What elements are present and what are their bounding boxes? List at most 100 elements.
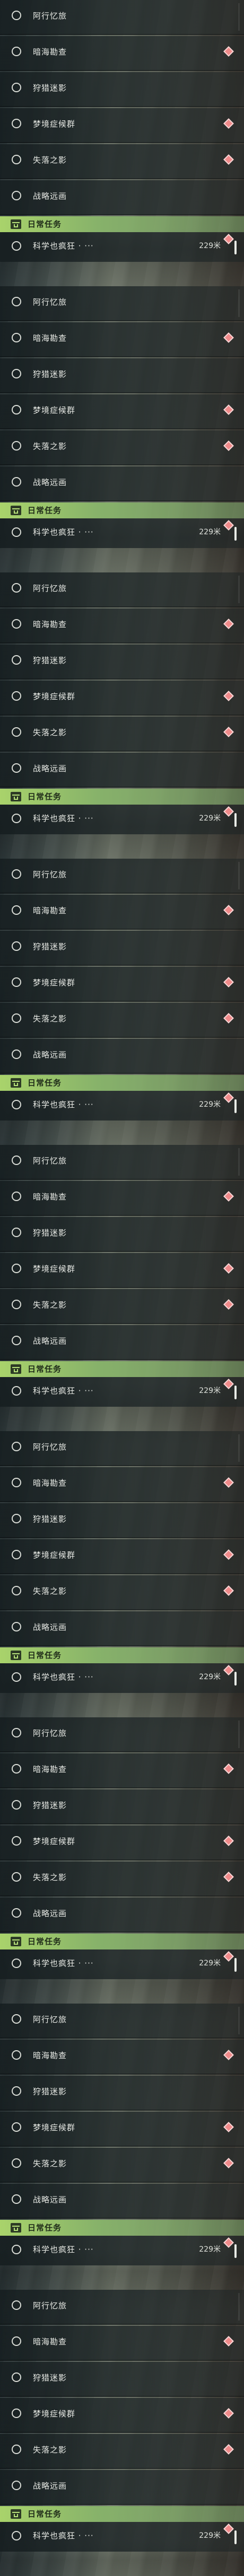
quest-row[interactable]: 失落之影 (0, 2148, 244, 2183)
circle-radio-icon[interactable] (12, 1300, 21, 1309)
daily-quest-row[interactable]: 科学也疯狂 · ··· 229米 (0, 1663, 244, 1693)
daily-quest-row[interactable]: 科学也疯狂 · ··· 229米 (0, 1949, 244, 1979)
quest-row[interactable]: 阿行忆旅 (0, 1145, 244, 1180)
circle-radio-icon[interactable] (12, 1872, 21, 1882)
quest-row[interactable]: 阿行忆旅 (0, 286, 244, 321)
scroll-handle[interactable] (234, 1672, 237, 1686)
quest-row[interactable]: 暗海勘查 (0, 322, 244, 357)
daily-quest-row[interactable]: 科学也疯狂 · ··· 229米 (0, 232, 244, 262)
scroll-handle[interactable] (234, 1386, 237, 1399)
circle-radio-icon[interactable] (12, 2481, 21, 2490)
circle-radio-icon[interactable] (12, 47, 21, 56)
circle-radio-icon[interactable] (12, 1100, 21, 1109)
circle-radio-icon[interactable] (12, 583, 21, 593)
quest-row[interactable]: 梦境症候群 (0, 1825, 244, 1860)
circle-radio-icon[interactable] (12, 2300, 21, 2310)
circle-radio-icon[interactable] (12, 1550, 21, 1559)
circle-radio-icon[interactable] (12, 119, 21, 128)
quest-row[interactable]: 狩猎迷影 (0, 358, 244, 393)
daily-quest-header[interactable]: 日常任务 (0, 2220, 244, 2236)
circle-radio-icon[interactable] (12, 2531, 21, 2540)
quest-row[interactable]: 战略远画 (0, 1898, 244, 1933)
quest-row[interactable]: 战略远画 (0, 753, 244, 788)
quest-row[interactable]: 阿行忆旅 (0, 1717, 244, 1752)
circle-radio-icon[interactable] (12, 727, 21, 737)
circle-radio-icon[interactable] (12, 2122, 21, 2132)
circle-radio-icon[interactable] (12, 241, 21, 251)
circle-radio-icon[interactable] (12, 1442, 21, 1451)
quest-row[interactable]: 阿行忆旅 (0, 572, 244, 607)
quest-row[interactable]: 暗海勘查 (0, 36, 244, 71)
circle-radio-icon[interactable] (12, 2245, 21, 2254)
scroll-handle[interactable] (234, 1099, 237, 1113)
circle-radio-icon[interactable] (12, 814, 21, 823)
daily-quest-row[interactable]: 科学也疯狂 · ··· 229米 (0, 1377, 244, 1407)
quest-row[interactable]: 战略远画 (0, 1039, 244, 1074)
scroll-handle[interactable] (234, 527, 237, 541)
circle-radio-icon[interactable] (12, 1386, 21, 1396)
quest-row[interactable]: 失落之影 (0, 430, 244, 465)
circle-radio-icon[interactable] (12, 405, 21, 414)
circle-radio-icon[interactable] (12, 83, 21, 92)
quest-row[interactable]: 梦境症候群 (0, 2112, 244, 2147)
quest-row[interactable]: 暗海勘查 (0, 2326, 244, 2361)
quest-row[interactable]: 梦境症候群 (0, 108, 244, 143)
circle-radio-icon[interactable] (12, 941, 21, 951)
daily-quest-header[interactable]: 日常任务 (0, 216, 244, 232)
circle-radio-icon[interactable] (12, 191, 21, 200)
circle-radio-icon[interactable] (12, 1013, 21, 1023)
circle-radio-icon[interactable] (12, 1192, 21, 1201)
quest-row[interactable]: 暗海勘查 (0, 1467, 244, 1502)
circle-radio-icon[interactable] (12, 369, 21, 378)
circle-radio-icon[interactable] (12, 1155, 21, 1165)
circle-radio-icon[interactable] (12, 2086, 21, 2096)
quest-row[interactable]: 失落之影 (0, 1862, 244, 1896)
circle-radio-icon[interactable] (12, 333, 21, 342)
quest-row[interactable]: 失落之影 (0, 1575, 244, 1610)
circle-radio-icon[interactable] (12, 2194, 21, 2204)
daily-quest-row[interactable]: 科学也疯狂 · ··· 229米 (0, 518, 244, 548)
quest-row[interactable]: 狩猎迷影 (0, 2362, 244, 2397)
daily-quest-header[interactable]: 日常任务 (0, 1075, 244, 1091)
circle-radio-icon[interactable] (12, 2050, 21, 2060)
circle-radio-icon[interactable] (12, 1728, 21, 1737)
quest-row[interactable]: 战略远画 (0, 180, 244, 215)
circle-radio-icon[interactable] (12, 477, 21, 487)
circle-radio-icon[interactable] (12, 1672, 21, 1682)
daily-quest-header[interactable]: 日常任务 (0, 1647, 244, 1663)
circle-radio-icon[interactable] (12, 1836, 21, 1846)
circle-radio-icon[interactable] (12, 11, 21, 20)
circle-radio-icon[interactable] (12, 977, 21, 987)
quest-row[interactable]: 狩猎迷影 (0, 1217, 244, 1252)
circle-radio-icon[interactable] (12, 619, 21, 629)
circle-radio-icon[interactable] (12, 1959, 21, 1968)
quest-row[interactable]: 暗海勘查 (0, 1181, 244, 1216)
daily-quest-header[interactable]: 日常任务 (0, 789, 244, 805)
daily-quest-header[interactable]: 日常任务 (0, 1361, 244, 1377)
quest-row[interactable]: 战略远画 (0, 1611, 244, 1646)
circle-radio-icon[interactable] (12, 297, 21, 306)
daily-quest-header[interactable]: 日常任务 (0, 502, 244, 518)
scroll-handle[interactable] (234, 813, 237, 827)
quest-row[interactable]: 梦境症候群 (0, 967, 244, 1002)
circle-radio-icon[interactable] (12, 2372, 21, 2382)
scroll-handle[interactable] (234, 2530, 237, 2544)
circle-radio-icon[interactable] (12, 1586, 21, 1595)
quest-row[interactable]: 梦境症候群 (0, 2398, 244, 2433)
quest-row[interactable]: 阿行忆旅 (0, 2004, 244, 2039)
circle-radio-icon[interactable] (12, 869, 21, 879)
scroll-handle[interactable] (234, 241, 237, 254)
quest-row[interactable]: 阿行忆旅 (0, 0, 244, 35)
quest-row[interactable]: 暗海勘查 (0, 1753, 244, 1788)
quest-row[interactable]: 梦境症候群 (0, 1539, 244, 1574)
daily-quest-row[interactable]: 科学也疯狂 · ··· 229米 (0, 1091, 244, 1121)
daily-quest-row[interactable]: 科学也疯狂 · ··· 229米 (0, 2522, 244, 2552)
circle-radio-icon[interactable] (12, 2445, 21, 2454)
circle-radio-icon[interactable] (12, 1228, 21, 1237)
circle-radio-icon[interactable] (12, 1764, 21, 1774)
circle-radio-icon[interactable] (12, 2409, 21, 2418)
daily-quest-header[interactable]: 日常任务 (0, 2506, 244, 2522)
scroll-handle[interactable] (234, 2244, 237, 2258)
circle-radio-icon[interactable] (12, 441, 21, 451)
circle-radio-icon[interactable] (12, 1514, 21, 1523)
